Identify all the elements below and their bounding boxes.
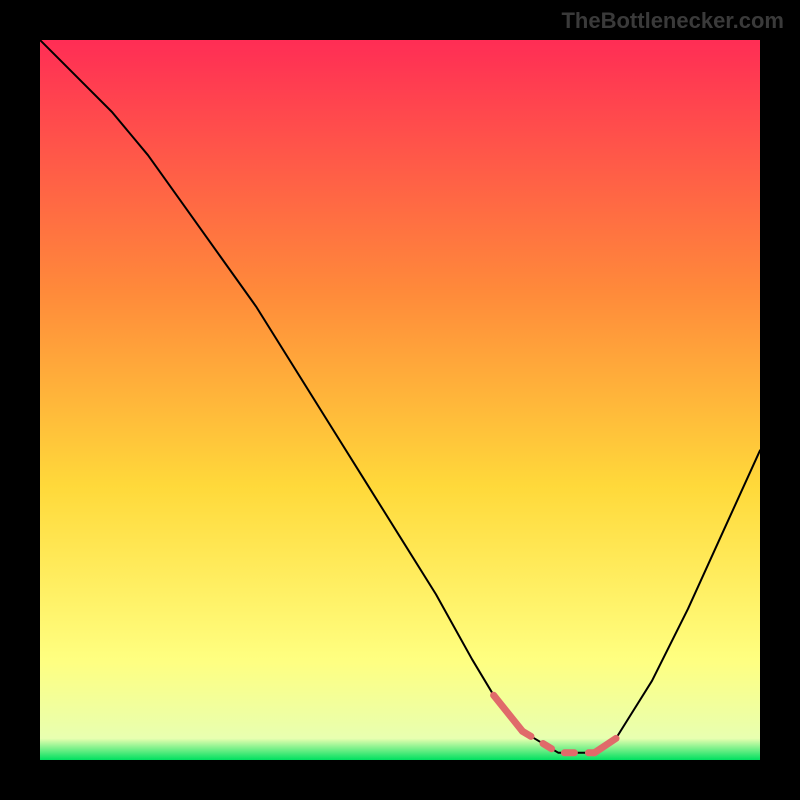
chart-background: [40, 40, 760, 760]
chart-plot-area: [40, 40, 760, 760]
chart-frame: TheBottlenecker.com: [0, 0, 800, 800]
chart-svg: [40, 40, 760, 760]
watermark-text: TheBottlenecker.com: [561, 8, 784, 34]
